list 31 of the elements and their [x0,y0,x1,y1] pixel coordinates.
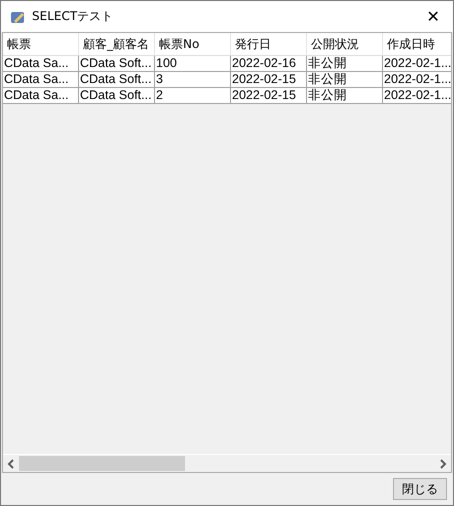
column-header[interactable]: 作成日時 [383,33,451,56]
table-cell: 非公開 [307,88,383,104]
table-cell: 2 [155,88,231,104]
scrollbar-thumb[interactable] [19,456,185,471]
table-cell: CData Soft... [79,56,155,72]
table-cell: CData Sa... [3,72,79,88]
scroll-left-icon[interactable] [7,458,15,468]
table-cell: 2022-02-15 [231,88,307,104]
table-cell: CData Soft... [79,88,155,104]
column-header[interactable]: 顧客_顧客名 [79,33,155,56]
table-cell: 非公開 [307,72,383,88]
close-button[interactable]: ✕ [413,1,453,32]
scroll-right-icon[interactable] [439,458,447,468]
table-cell: 非公開 [307,56,383,72]
table-cell: 100 [155,56,231,72]
table-cell: 2022-02-15 [231,72,307,88]
table-cell: 2022-02-16 [231,56,307,72]
column-header[interactable]: 帳票No [155,33,231,56]
table-cell: 2022-02-1... [383,72,451,88]
close-dialog-button[interactable]: 閉じる [393,478,447,500]
table-cell: 2022-02-1... [383,88,451,104]
table-cell: CData Soft... [79,72,155,88]
window-title: SELECTテスト [32,8,114,25]
table-cell: CData Sa... [3,88,79,104]
table-cell: 3 [155,72,231,88]
column-header[interactable]: 公開状況 [307,33,383,56]
column-header[interactable]: 帳票 [3,33,79,56]
horizontal-scrollbar[interactable] [3,454,451,472]
table-cell: CData Sa... [3,56,79,72]
table-cell: 2022-02-1... [383,56,451,72]
column-header[interactable]: 発行日 [231,33,307,56]
